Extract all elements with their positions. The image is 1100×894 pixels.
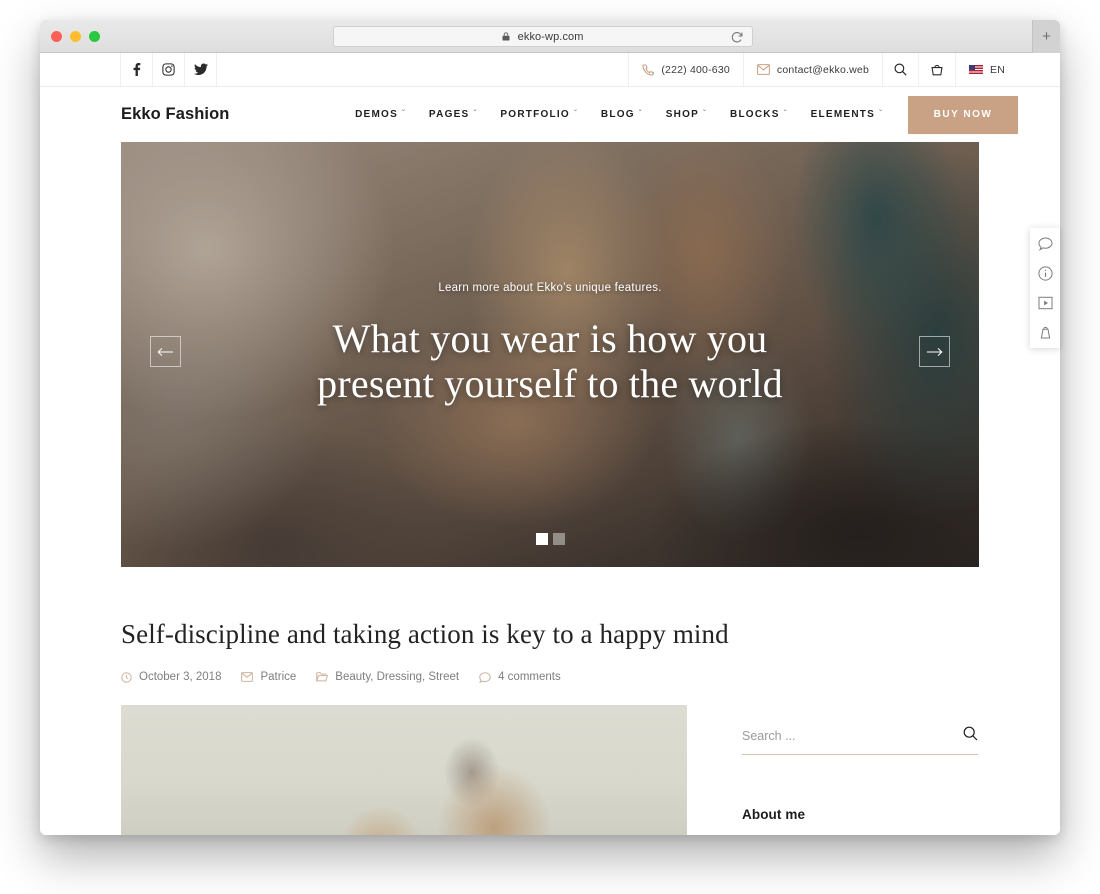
chevron-down-icon: ˇ	[638, 109, 643, 118]
social-links	[120, 53, 217, 86]
meta-date-text: October 3, 2018	[139, 671, 222, 683]
email-address: contact@ekko.web	[776, 63, 869, 76]
nav-item-pages[interactable]: PAGES ˇ	[429, 109, 477, 120]
site-logo[interactable]: Ekko Fashion	[121, 105, 229, 124]
meta-author-text: Patrice	[260, 671, 297, 683]
nav-label: SHOP	[665, 109, 700, 120]
window-controls	[51, 31, 100, 42]
nav-item-elements[interactable]: ELEMENTS ˇ	[811, 109, 883, 120]
slider-next-button[interactable]	[919, 336, 950, 367]
phone-icon	[642, 63, 655, 76]
post-layout: About me	[121, 705, 979, 835]
meta-comments-text: 4 comments	[498, 671, 561, 683]
content-area: Self-discipline and taking action is key…	[40, 619, 1060, 835]
nav-item-demos[interactable]: DEMOS ˇ	[355, 109, 406, 120]
nav-label: PORTFOLIO	[500, 109, 570, 120]
phone-item[interactable]: (222) 400-630	[628, 53, 743, 86]
buy-now-button[interactable]: BUY NOW	[908, 95, 1018, 134]
flag-icon	[969, 65, 983, 74]
top-bar-right: (222) 400-630 contact@ekko.web EN	[628, 53, 1018, 86]
sidebar: About me	[742, 705, 978, 835]
new-tab-button[interactable]: +	[1032, 20, 1060, 53]
hero-slider: Learn more about Ekko’s unique features.…	[121, 142, 979, 567]
folder-icon	[316, 672, 329, 682]
email-item[interactable]: contact@ekko.web	[742, 53, 882, 86]
hero-content: Learn more about Ekko’s unique features.…	[121, 282, 979, 406]
meta-categories[interactable]: Beauty, Dressing, Street	[316, 671, 459, 683]
facebook-icon[interactable]	[120, 53, 153, 86]
basket-icon[interactable]	[918, 53, 955, 86]
hero-subtitle: Learn more about Ekko’s unique features.	[438, 282, 662, 294]
maximize-window-button[interactable]	[89, 31, 100, 42]
main-navigation: DEMOS ˇ PAGES ˇ PORTFOLIO ˇ BLOG ˇ SHOP	[355, 109, 883, 120]
side-toolbar	[1030, 228, 1060, 348]
search-submit-icon[interactable]	[963, 726, 978, 746]
phone-number: (222) 400-630	[661, 63, 730, 76]
post-title[interactable]: Self-discipline and taking action is key…	[121, 619, 979, 650]
reload-icon[interactable]	[730, 30, 744, 44]
twitter-icon[interactable]	[184, 53, 217, 86]
search-input[interactable]	[742, 729, 978, 755]
user-card-icon	[241, 672, 254, 682]
search-icon[interactable]	[882, 53, 918, 86]
chevron-down-icon: ˇ	[783, 109, 788, 118]
meta-comments[interactable]: 4 comments	[479, 671, 561, 683]
lock-icon	[502, 31, 510, 44]
video-box-icon[interactable]	[1038, 296, 1053, 310]
instagram-icon[interactable]	[152, 53, 185, 86]
slider-prev-button[interactable]	[150, 336, 181, 367]
nav-item-shop[interactable]: SHOP ˇ	[666, 109, 707, 120]
language-label: EN	[990, 63, 1005, 76]
comment-bubble-icon	[479, 671, 491, 683]
nav-label: BLOCKS	[729, 109, 780, 120]
url-text: ekko-wp.com	[502, 31, 583, 43]
nav-label: PAGES	[428, 109, 470, 120]
slider-dot-1[interactable]	[535, 533, 548, 545]
browser-window: ekko-wp.com + (222) 400-630 contact@ekko…	[40, 20, 1060, 835]
language-selector[interactable]: EN	[955, 53, 1018, 86]
meta-date: October 3, 2018	[121, 671, 221, 683]
address-bar[interactable]: ekko-wp.com	[333, 26, 753, 47]
clock-icon	[121, 671, 132, 683]
site-header: Ekko Fashion DEMOS ˇ PAGES ˇ PORTFOLIO ˇ…	[40, 87, 1060, 142]
meta-categories-text: Beauty, Dressing, Street	[335, 671, 460, 683]
about-me-heading: About me	[742, 807, 806, 822]
mail-icon	[756, 64, 770, 75]
meta-author[interactable]: Patrice	[241, 671, 296, 683]
nav-label: BLOG	[600, 109, 635, 120]
chat-bubble-icon[interactable]	[1037, 237, 1053, 251]
chevron-down-icon: ˇ	[573, 109, 578, 118]
hero-title-line-1: What you wear is how you	[332, 316, 768, 361]
post-featured-image[interactable]	[121, 705, 687, 835]
nav-item-blocks[interactable]: BLOCKS ˇ	[730, 109, 788, 120]
minimize-window-button[interactable]	[70, 31, 81, 42]
info-circle-icon[interactable]	[1037, 266, 1053, 281]
search-widget	[742, 726, 978, 755]
hero-title-line-2: present yourself to the world	[317, 361, 783, 407]
nav-item-blog[interactable]: BLOG ˇ	[601, 109, 643, 120]
page-viewport: (222) 400-630 contact@ekko.web EN Ekko F…	[40, 53, 1060, 835]
chevron-down-icon: ˇ	[703, 109, 707, 118]
slider-pagination	[121, 533, 979, 545]
chevron-down-icon: ˇ	[402, 109, 406, 118]
chevron-down-icon: ˇ	[879, 109, 883, 118]
top-utility-bar: (222) 400-630 contact@ekko.web EN	[40, 53, 1060, 87]
nav-label: ELEMENTS	[810, 109, 876, 120]
hero-title: What you wear is how you present yoursel…	[121, 316, 979, 406]
post-meta: October 3, 2018 Patrice Beauty, Dressing…	[121, 671, 979, 683]
browser-chrome: ekko-wp.com +	[40, 20, 1060, 53]
chevron-down-icon: ˇ	[473, 109, 478, 118]
close-window-button[interactable]	[51, 31, 62, 42]
nav-item-portfolio[interactable]: PORTFOLIO ˇ	[500, 109, 578, 120]
bag-icon[interactable]	[1038, 325, 1053, 339]
slider-dot-2[interactable]	[552, 533, 565, 545]
url-host: ekko-wp.com	[517, 30, 584, 43]
nav-label: DEMOS	[355, 109, 398, 120]
